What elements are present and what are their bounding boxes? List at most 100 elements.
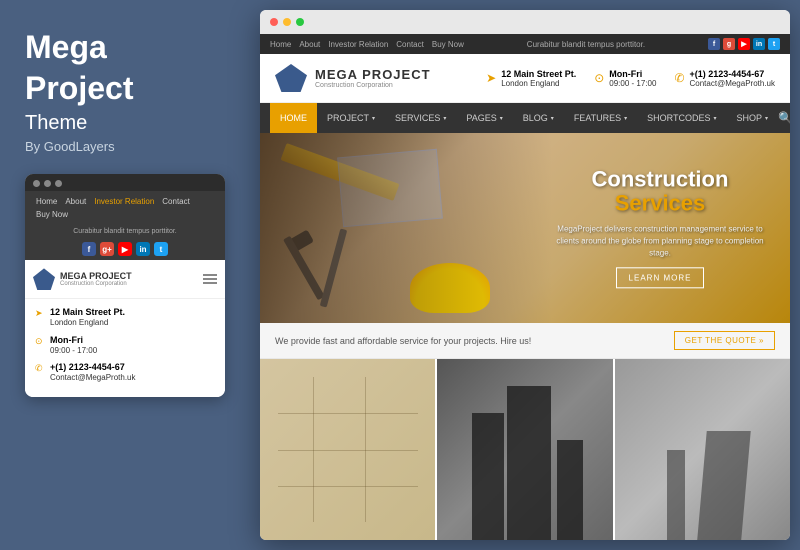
browser-dot-maximize[interactable]	[296, 18, 304, 26]
hamburger-line-3	[203, 282, 217, 284]
browser-window: Home About Investor Relation Contact Buy…	[260, 10, 790, 540]
browser-dot-close[interactable]	[270, 18, 278, 26]
announce-facebook-icon[interactable]: f	[708, 38, 720, 50]
header-address-label: 12 Main Street Pt.	[501, 69, 576, 79]
nav-item-shop[interactable]: SHOP ▾	[727, 103, 779, 133]
announce-nav-buy[interactable]: Buy Now	[432, 40, 464, 49]
announce-nav-about[interactable]: About	[299, 40, 320, 49]
title-line2: Project	[25, 71, 225, 106]
features-arrow: ▾	[624, 115, 627, 122]
mobile-logo-icon	[33, 268, 55, 290]
portfolio-section	[260, 359, 790, 540]
mobile-header: MEGA PROJECT Construction Corporation	[25, 260, 225, 299]
site-logo-tagline: Construction Corporation	[315, 82, 431, 89]
hero-title-accent: Services	[615, 191, 706, 216]
building-3	[557, 440, 583, 540]
hero-title: Construction Services	[550, 167, 770, 215]
announce-bar: Home About Investor Relation Contact Buy…	[260, 34, 790, 54]
blueprint-line-3	[278, 486, 418, 487]
nav-item-features[interactable]: FEATURES ▾	[564, 103, 637, 133]
mobile-nav-investor[interactable]: Investor Relation	[91, 196, 157, 207]
mobile-address-row: ➤ 12 Main Street Pt. London England	[35, 307, 215, 328]
nav-item-pages[interactable]: PAGES ▾	[456, 103, 512, 133]
mobile-info: ➤ 12 Main Street Pt. London England ⊙ Mo…	[25, 299, 225, 397]
quote-button[interactable]: GET THE QUOTE »	[674, 331, 775, 350]
portfolio-item-1[interactable]	[260, 359, 437, 540]
header-phone-block: ✆ +(1) 2123-4454-67 Contact@MegaProth.uk	[674, 69, 775, 88]
announce-nav-investor[interactable]: Investor Relation	[328, 40, 388, 49]
theme-subtitle: Theme	[25, 112, 225, 135]
mobile-email: Contact@MegaProth.uk	[50, 372, 136, 383]
nav-item-blog[interactable]: BLOG ▾	[513, 103, 564, 133]
youtube-icon[interactable]: ▶	[118, 242, 132, 256]
mobile-nav-buy[interactable]: Buy Now	[33, 209, 71, 220]
announce-nav-home[interactable]: Home	[270, 40, 291, 49]
browser-dot-minimize[interactable]	[283, 18, 291, 26]
portfolio-thumb-building	[437, 359, 612, 540]
announce-nav-contact[interactable]: Contact	[396, 40, 424, 49]
hero-section: Construction Services MegaProject delive…	[260, 133, 790, 323]
mobile-logo: MEGA PROJECT Construction Corporation	[33, 268, 132, 290]
blueprint-line-5	[365, 377, 366, 522]
announce-linkedin-icon[interactable]: in	[753, 38, 765, 50]
location-icon: ➤	[35, 308, 45, 319]
portfolio-item-2[interactable]	[437, 359, 614, 540]
site-logo-name: MEGA PROJECT	[315, 67, 431, 82]
announce-googleplus-icon[interactable]: g	[723, 38, 735, 50]
hero-title-text: Construction	[592, 166, 729, 191]
mobile-nav: Home About Investor Relation Contact Buy…	[25, 191, 225, 225]
quote-text: We provide fast and affordable service f…	[275, 336, 531, 346]
nav-item-shortcodes[interactable]: SHORTCODES ▾	[637, 103, 726, 133]
building-2	[507, 386, 551, 540]
site-header: MEGA PROJECT Construction Corporation ➤ …	[260, 54, 790, 103]
blog-arrow: ▾	[551, 115, 554, 122]
mobile-hours-label: Mon-Fri	[50, 335, 97, 345]
mobile-phone-row: ✆ +(1) 2123-4454-67 Contact@MegaProth.uk	[35, 362, 215, 383]
googleplus-icon[interactable]: g+	[100, 242, 114, 256]
structure-figure	[698, 431, 751, 540]
nav-item-project[interactable]: PROJECT ▾	[317, 103, 385, 133]
hero-overlay	[260, 133, 552, 323]
hero-description: MegaProject delivers construction manage…	[550, 224, 770, 260]
left-panel: Mega Project Theme By GoodLayers Home Ab…	[0, 0, 250, 550]
mobile-dot-2	[44, 180, 51, 187]
facebook-icon[interactable]: f	[82, 242, 96, 256]
shop-arrow: ▾	[765, 115, 768, 122]
pages-arrow: ▾	[500, 115, 503, 122]
mobile-nav-about[interactable]: About	[62, 196, 89, 207]
title-line1: Mega	[25, 30, 225, 65]
mobile-nav-home[interactable]: Home	[33, 196, 60, 207]
header-phone-icon: ✆	[674, 71, 684, 85]
announce-twitter-icon[interactable]: t	[768, 38, 780, 50]
linkedin-icon[interactable]: in	[136, 242, 150, 256]
building-1	[472, 413, 504, 540]
mobile-logo-name: MEGA PROJECT	[60, 271, 132, 281]
header-hours-block: ⊙ Mon-Fri 09:00 - 17:00	[594, 69, 656, 88]
header-hours-label: Mon-Fri	[609, 69, 656, 79]
clock-icon: ⊙	[35, 336, 45, 347]
nav-item-home[interactable]: HOME	[270, 103, 317, 133]
theme-title: Mega Project Theme By GoodLayers	[25, 30, 225, 174]
phone-icon: ✆	[35, 363, 45, 374]
search-icon[interactable]: 🔍	[778, 111, 790, 125]
announce-youtube-icon[interactable]: ▶	[738, 38, 750, 50]
portfolio-item-3[interactable]	[615, 359, 790, 540]
browser-chrome	[260, 10, 790, 34]
header-hours: 09:00 - 17:00	[609, 79, 656, 88]
nav-item-services[interactable]: SERVICES ▾	[385, 103, 456, 133]
hero-content: Construction Services MegaProject delive…	[550, 167, 770, 288]
hero-cta-button[interactable]: LEARN MORE	[616, 268, 705, 289]
quote-bar: We provide fast and affordable service f…	[260, 323, 790, 359]
site-logo: MEGA PROJECT Construction Corporation	[275, 64, 431, 92]
mobile-phone: +(1) 2123-4454-67	[50, 362, 136, 372]
header-clock-icon: ⊙	[594, 71, 604, 85]
mobile-dots	[33, 180, 217, 187]
hamburger-icon[interactable]	[203, 274, 217, 284]
twitter-icon[interactable]: t	[154, 242, 168, 256]
mobile-nav-contact[interactable]: Contact	[159, 196, 193, 207]
project-arrow: ▾	[372, 115, 375, 122]
site-logo-text: MEGA PROJECT Construction Corporation	[315, 67, 431, 89]
mobile-mockup: Home About Investor Relation Contact Buy…	[25, 174, 225, 397]
header-email: Contact@MegaProth.uk	[690, 79, 776, 88]
mobile-address-city: London England	[50, 317, 125, 328]
